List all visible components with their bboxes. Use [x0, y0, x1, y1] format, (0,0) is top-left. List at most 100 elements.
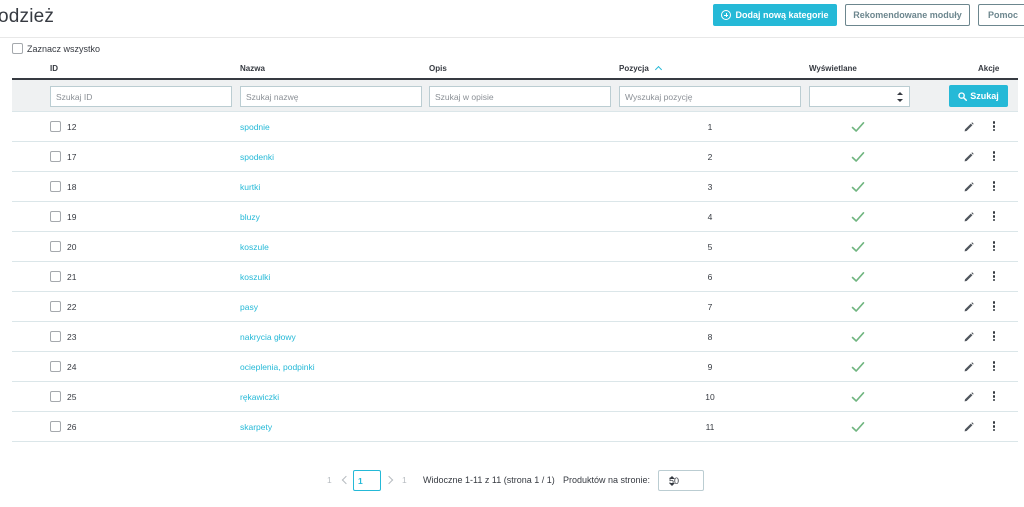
row-name-link[interactable]: spodenki — [240, 152, 274, 162]
page-last[interactable]: 1 — [402, 475, 407, 485]
row-checkbox[interactable] — [50, 121, 61, 132]
search-description-input[interactable] — [429, 86, 611, 107]
row-id: 12 — [67, 122, 77, 132]
row-checkbox[interactable] — [50, 241, 61, 252]
row-checkbox[interactable] — [50, 181, 61, 192]
page-first[interactable]: 1 — [327, 475, 332, 485]
search-icon — [958, 91, 968, 101]
per-page-select[interactable]: 50 — [658, 470, 704, 491]
row-name-link[interactable]: skarpety — [240, 422, 272, 432]
pencil-icon[interactable] — [963, 301, 975, 313]
row-name-link[interactable]: ocieplenia, podpinki — [240, 362, 315, 372]
row-checkbox[interactable] — [50, 361, 61, 372]
check-icon[interactable] — [851, 181, 865, 193]
row-checkbox[interactable] — [50, 421, 61, 432]
row-position[interactable]: 10 — [702, 392, 718, 402]
displayed-filter-select[interactable] — [809, 86, 910, 107]
recommended-modules-button[interactable]: Rekomendowane moduły — [845, 4, 970, 26]
pencil-icon[interactable] — [963, 151, 975, 163]
select-all[interactable]: Zaznacz wszystko — [12, 43, 100, 54]
check-icon[interactable] — [851, 331, 865, 343]
row-position[interactable]: 1 — [702, 122, 718, 132]
row-name-link[interactable]: koszule — [240, 242, 269, 252]
row-position[interactable]: 4 — [702, 212, 718, 222]
more-vertical-icon[interactable] — [991, 420, 997, 434]
row-checkbox[interactable] — [50, 151, 61, 162]
row-name-link[interactable]: koszulki — [240, 272, 270, 282]
row-position[interactable]: 9 — [702, 362, 718, 372]
search-button[interactable]: Szukaj — [949, 85, 1008, 107]
search-position-input[interactable] — [619, 86, 801, 107]
more-vertical-icon[interactable] — [991, 360, 997, 374]
pencil-icon[interactable] — [963, 331, 975, 343]
check-icon[interactable] — [851, 121, 865, 133]
column-description[interactable]: Opis — [429, 64, 447, 73]
row-position[interactable]: 2 — [702, 152, 718, 162]
more-vertical-icon[interactable] — [991, 150, 997, 164]
check-icon[interactable] — [851, 211, 865, 223]
pagination-info: Widoczne 1-11 z 11 (strona 1 / 1) — [423, 475, 555, 485]
row-checkbox[interactable] — [50, 211, 61, 222]
filter-row: Szukaj — [12, 80, 1018, 112]
add-category-label: Dodaj nową kategorie — [735, 10, 829, 20]
column-id[interactable]: ID — [50, 64, 58, 73]
add-category-button[interactable]: Dodaj nową kategorie — [713, 4, 837, 26]
check-icon[interactable] — [851, 421, 865, 433]
pencil-icon[interactable] — [963, 211, 975, 223]
per-page-label: Produktów na stronie: — [563, 475, 651, 485]
row-position[interactable]: 5 — [702, 242, 718, 252]
page-number-input[interactable]: 1 — [353, 470, 381, 491]
row-name-link[interactable]: spodnie — [240, 122, 270, 132]
row-name-link[interactable]: nakrycia głowy — [240, 332, 296, 342]
select-all-checkbox[interactable] — [12, 43, 23, 54]
row-position[interactable]: 8 — [702, 332, 718, 342]
row-name-link[interactable]: kurtki — [240, 182, 260, 192]
search-name-input[interactable] — [240, 86, 422, 107]
chevron-right-icon[interactable] — [384, 475, 394, 485]
more-vertical-icon[interactable] — [991, 330, 997, 344]
pencil-icon[interactable] — [963, 181, 975, 193]
check-icon[interactable] — [851, 271, 865, 283]
check-icon[interactable] — [851, 361, 865, 373]
row-checkbox[interactable] — [50, 331, 61, 342]
pencil-icon[interactable] — [963, 121, 975, 133]
row-checkbox[interactable] — [50, 301, 61, 312]
more-vertical-icon[interactable] — [991, 180, 997, 194]
row-position[interactable]: 7 — [702, 302, 718, 312]
row-position[interactable]: 3 — [702, 182, 718, 192]
more-vertical-icon[interactable] — [991, 390, 997, 404]
column-position-label: Pozycja — [619, 64, 649, 73]
search-id-input[interactable] — [50, 86, 232, 107]
more-vertical-icon[interactable] — [991, 270, 997, 284]
row-checkbox[interactable] — [50, 271, 61, 282]
row-id: 23 — [67, 332, 77, 342]
pencil-icon[interactable] — [963, 391, 975, 403]
check-icon[interactable] — [851, 301, 865, 313]
pencil-icon[interactable] — [963, 271, 975, 283]
check-icon[interactable] — [851, 151, 865, 163]
more-vertical-icon[interactable] — [991, 300, 997, 314]
row-name-link[interactable]: pasy — [240, 302, 258, 312]
row-name-link[interactable]: rękawiczki — [240, 392, 279, 402]
column-position[interactable]: Pozycja — [619, 64, 662, 74]
check-icon[interactable] — [851, 241, 865, 253]
check-icon[interactable] — [851, 391, 865, 403]
pencil-icon[interactable] — [963, 421, 975, 433]
table-row: 22 pasy 7 — [12, 292, 1018, 322]
row-position[interactable]: 11 — [702, 422, 718, 432]
row-name-link[interactable]: bluzy — [240, 212, 260, 222]
help-button[interactable]: Pomoc — [978, 4, 1024, 26]
column-displayed[interactable]: Wyświetlane — [809, 64, 857, 73]
row-checkbox[interactable] — [50, 391, 61, 402]
chevron-left-icon[interactable] — [341, 475, 351, 485]
row-id: 19 — [67, 212, 77, 222]
more-vertical-icon[interactable] — [991, 240, 997, 254]
pencil-icon[interactable] — [963, 361, 975, 373]
pencil-icon[interactable] — [963, 241, 975, 253]
table-row: 26 skarpety 11 — [12, 412, 1018, 442]
column-name[interactable]: Nazwa — [240, 64, 265, 73]
row-position[interactable]: 6 — [702, 272, 718, 282]
more-vertical-icon[interactable] — [991, 210, 997, 224]
chevron-up-icon[interactable] — [654, 65, 662, 74]
more-vertical-icon[interactable] — [991, 120, 997, 134]
